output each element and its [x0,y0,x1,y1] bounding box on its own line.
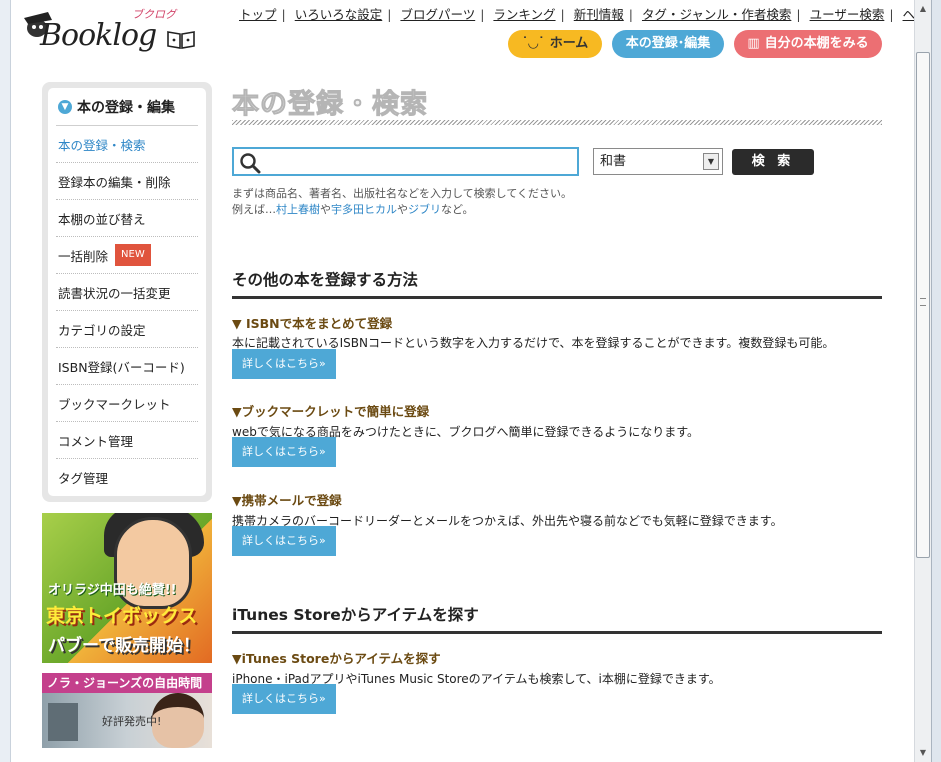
sidebar-menu: ▼ 本の登録・編集 本の登録・検索 登録本の編集・削除 本棚の並び替え 一括削除… [42,82,212,502]
method-heading-isbn: ▼ ISBNで本をまとめて登録 [232,316,393,331]
more-button-bookmarklet[interactable]: 詳しくはこちら» [232,437,336,467]
sidebar-item-tags[interactable]: タグ管理 [56,459,198,496]
section-heading-other-methods: その他の本を登録する方法 [232,268,882,299]
sidebar-item-label: 登録本の編集・削除 [58,174,171,190]
register-edit-button-label: 本の登録･編集 [625,36,711,51]
nav-separator: | [560,7,565,22]
nav-new-releases[interactable]: 新刊情報 [574,7,624,22]
window-frame-left [0,0,11,762]
sidebar-item-comments[interactable]: コメント管理 [56,422,198,459]
ad-banner-line1: オリラジ中田も絶賛!! [48,583,177,598]
method-heading-mobile-mail: ▼携帯メールで登録 [232,493,342,508]
method-heading-bookmarklet: ▼ブックマークレットで簡単に登録 [232,404,430,419]
more-button-mobile-mail[interactable]: 詳しくはこちら» [232,526,336,556]
search-input[interactable] [266,151,574,173]
ad-banner-norah-jones[interactable]: ノラ・ジョーンズの自由時間 好評発売中! [42,673,212,748]
nav-separator: | [281,7,286,22]
sidebar-item-register-search[interactable]: 本の登録・検索 [56,126,198,163]
category-select[interactable]: 和書 ▼ [593,148,723,175]
ad-banner-caption: 好評発売中! [102,715,162,728]
nav-top[interactable]: トップ [239,7,277,22]
search-box[interactable] [232,147,579,176]
my-bookshelf-button-label: 自分の本棚をみる [764,36,869,51]
sidebar-item-bulk-delete[interactable]: 一括削除 NEW [56,237,198,274]
nav-separator: | [796,7,801,22]
main-content: 本の登録・検索 和書 ▼ 検 索 まずは商品名、著者名、出版社名などを入力して検… [232,82,882,714]
example-link-ghibli[interactable]: ジブリ [408,203,441,216]
nav-settings[interactable]: いろいろな設定 [295,7,383,22]
search-hint-ya: や [320,203,331,216]
scroll-up-icon[interactable]: ▲ [916,1,930,17]
logo-wordmark: Booklog [40,18,157,53]
search-hint-ya: や [397,203,408,216]
ad-banner-line2: 東京トイボックス [46,605,198,627]
search-hint-suffix: など。 [441,203,474,216]
sidebar-item-shelf-sort[interactable]: 本棚の並び替え [56,200,198,237]
search-hint-line1: まずは商品名、著者名、出版社名などを入力して検索してください。 [232,187,573,200]
sidebar-item-label: コメント管理 [58,433,134,449]
top-navigation: トップ | いろいろな設定 | ブログパーツ | ランキング | 新刊情報 | タグ・ジャ… [239,4,940,23]
nav-separator: | [480,7,485,22]
section-heading-itunes: iTunes Storeからアイテムを探す [232,603,882,634]
nav-blog-parts[interactable]: ブログパーツ [400,7,475,22]
sidebar-item-category-settings[interactable]: カテゴリの設定 [56,311,198,348]
chevron-down-icon[interactable]: ▼ [703,153,719,170]
sidebar-item-label: 一括削除 [58,248,109,264]
search-hint: まずは商品名、著者名、出版社名などを入力して検索してください。 例えば…村上春樹… [232,186,572,218]
smiley-icon: ˙◡˙ [521,36,545,51]
search-hint-prefix: 例えば… [232,203,276,216]
arrow-down-circle-icon: ▼ [58,99,72,114]
home-button-label: ホーム [549,36,589,51]
sidebar-item-label: カテゴリの設定 [58,322,146,338]
sidebar-item-edit-delete[interactable]: 登録本の編集・削除 [56,163,198,200]
ad-banner-line3: パブーで販売開始！ [48,636,200,656]
new-badge: NEW [115,244,151,266]
sidebar-item-isbn-barcode[interactable]: ISBN登録(バーコード) [56,348,198,385]
more-button-isbn[interactable]: 詳しくはこちら» [232,349,336,379]
nav-tag-genre-author-search[interactable]: タグ・ジャンル・作者検索 [642,7,791,22]
title-divider [232,120,882,125]
logo-kana: ブクログ [132,8,176,21]
sidebar-item-label: 本棚の並び替え [58,211,146,227]
ad-cd-cover [48,703,78,741]
sidebar-item-bookmarklet[interactable]: ブックマークレット [56,385,198,422]
search-icon [240,153,261,174]
page-title: 本の登録・検索 [232,89,428,121]
sidebar-title: ▼ 本の登録・編集 [56,88,198,126]
nav-ranking[interactable]: ランキング [493,7,555,22]
window-frame-right [931,0,941,762]
home-button[interactable]: ˙◡˙ ホーム [508,30,602,58]
booklog-logo[interactable]: Booklog ブクログ [22,4,212,60]
sidebar-item-label: 本の登録・検索 [58,137,146,153]
method-heading-itunes: ▼iTunes Storeからアイテムを探す [232,651,441,666]
logo-book-icon [167,31,195,49]
example-link-murakami[interactable]: 村上春樹 [276,203,320,216]
sidebar-item-bulk-status[interactable]: 読書状況の一括変更 [56,274,198,311]
ad-banner-title: ノラ・ジョーンズの自由時間 [42,673,212,693]
nav-user-search[interactable]: ユーザー検索 [810,7,885,22]
example-link-utada[interactable]: 宇多田ヒカル [331,203,397,216]
search-button[interactable]: 検 索 [732,149,814,175]
sidebar-item-label: 読書状況の一括変更 [58,285,171,301]
nav-separator: | [628,7,633,22]
search-hint-line2: 例えば…村上春樹や宇多田ヒカルやジブリなど。 [232,202,572,218]
sidebar-title-text: 本の登録・編集 [77,99,175,116]
more-button-itunes[interactable]: 詳しくはこちら» [232,684,336,714]
search-bar: 和書 ▼ 検 索 [232,147,882,177]
scrollbar-grip-icon [920,298,926,306]
vertical-scrollbar[interactable]: ▲ ▼ [914,0,931,762]
sidebar-item-label: ISBN登録(バーコード) [58,359,185,375]
register-edit-button[interactable]: 本の登録･編集 [612,30,724,58]
scrollbar-thumb[interactable] [916,52,930,558]
nav-separator: | [387,7,392,22]
sidebar-item-label: ブックマークレット [58,396,171,412]
ad-banner-tokyo-toybox[interactable]: オリラジ中田も絶賛!! 東京トイボックス パブーで販売開始！ [42,513,212,663]
my-bookshelf-button[interactable]: ▥ 自分の本棚をみる [734,30,882,58]
sidebar-item-label: タグ管理 [58,471,109,486]
nav-separator: | [889,7,894,22]
scroll-down-icon[interactable]: ▼ [916,745,930,761]
bookshelf-icon: ▥ [747,36,760,51]
category-select-value: 和書 [600,154,627,169]
